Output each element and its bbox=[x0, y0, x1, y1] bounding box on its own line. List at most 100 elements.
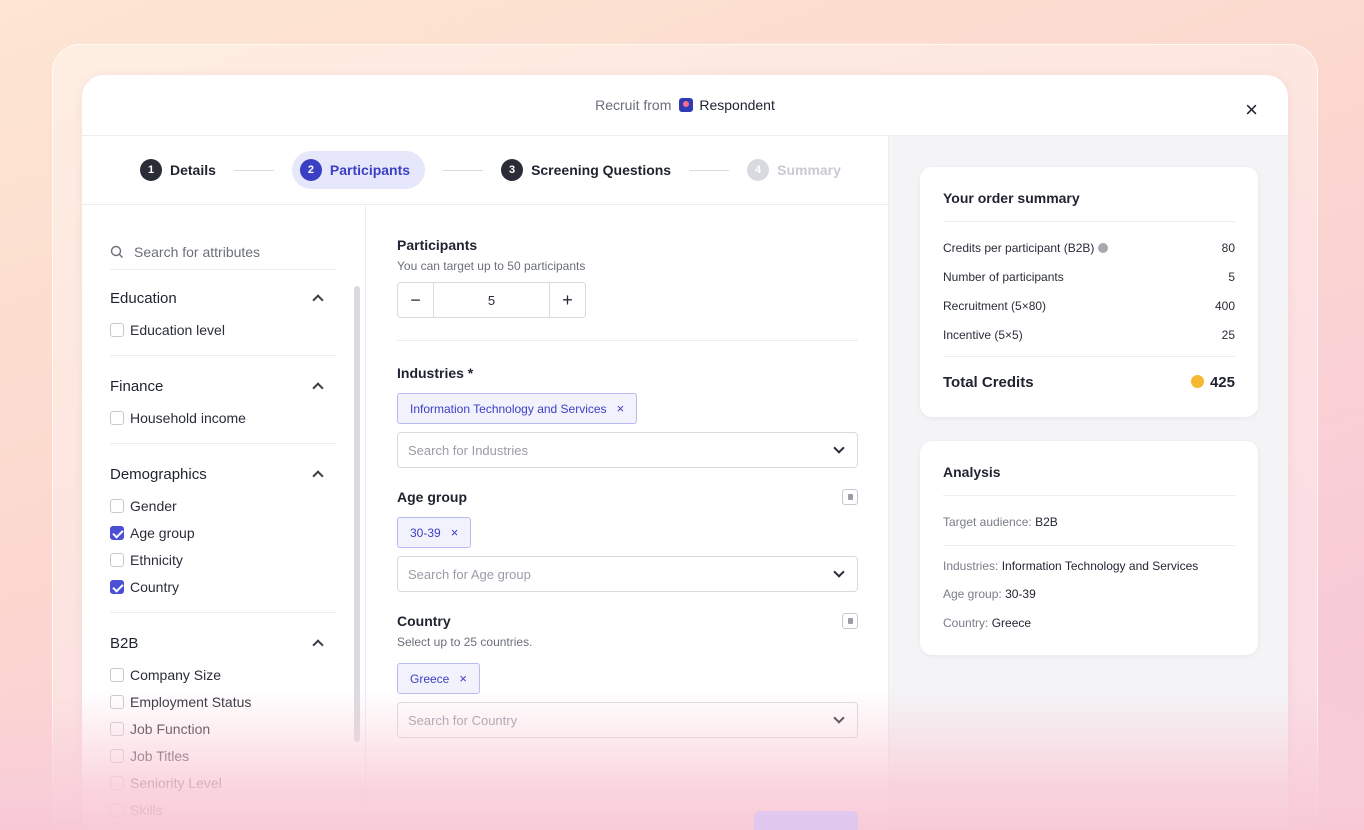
group-header[interactable]: Finance bbox=[110, 368, 336, 404]
analysis-label: Country: bbox=[943, 616, 989, 630]
step-label: Details bbox=[170, 162, 216, 178]
chip-label: Greece bbox=[410, 671, 450, 686]
step-participants[interactable]: 2 Participants bbox=[291, 151, 426, 189]
step-number: 2 bbox=[299, 159, 322, 181]
chevron-down-icon bbox=[833, 566, 845, 578]
checkbox[interactable] bbox=[110, 552, 124, 567]
country-title: Country bbox=[397, 613, 451, 629]
attribute-option[interactable]: Country bbox=[110, 573, 336, 600]
trash-icon[interactable] bbox=[842, 613, 858, 629]
group-finance: Finance Household income bbox=[110, 368, 336, 444]
analysis-target: Target audience: B2B bbox=[943, 515, 1058, 529]
industries-select[interactable]: Search for Industries bbox=[397, 432, 858, 468]
summary-row: Recruitment (5×80) 400 bbox=[943, 299, 1235, 313]
country-chip: Greece × bbox=[397, 663, 480, 694]
country-section: Country Select up to 25 countries. Greec… bbox=[397, 613, 858, 738]
attribute-option[interactable]: Job Titles bbox=[110, 742, 336, 769]
age-group-select[interactable]: Search for Age group bbox=[397, 556, 858, 592]
group-b2b: B2B Company Size Employment Status Job F… bbox=[110, 625, 336, 830]
industries-title: Industries * bbox=[397, 365, 474, 381]
checkbox[interactable] bbox=[110, 667, 124, 682]
attribute-option[interactable]: Age group bbox=[110, 519, 336, 546]
attribute-option[interactable]: Company Size bbox=[110, 661, 336, 688]
attribute-option[interactable]: Seniority Level bbox=[110, 769, 336, 796]
checkbox[interactable] bbox=[110, 748, 124, 763]
summary-value: 25 bbox=[1221, 328, 1235, 342]
attribute-sidebar: Search for attributes Education Educatio… bbox=[82, 206, 366, 830]
stepper: 1 Details 2 Participants 3 Screening Que… bbox=[82, 136, 888, 205]
respondent-logo-icon bbox=[679, 98, 694, 112]
summary-row: Incentive (5×5) 25 bbox=[943, 328, 1235, 342]
checkbox[interactable] bbox=[110, 498, 124, 513]
attribute-label: Skills bbox=[130, 801, 163, 818]
chip-remove-icon[interactable]: × bbox=[459, 671, 467, 686]
attribute-label: Household income bbox=[130, 409, 246, 426]
search-icon bbox=[110, 245, 123, 258]
chevron-up-icon[interactable] bbox=[312, 470, 324, 482]
chevron-up-icon[interactable] bbox=[312, 382, 324, 394]
attribute-option[interactable]: Education level bbox=[110, 316, 336, 343]
checkbox[interactable] bbox=[110, 322, 124, 337]
checkbox-checked[interactable] bbox=[110, 579, 124, 594]
step-label: Participants bbox=[329, 162, 411, 178]
group-header[interactable]: Demographics bbox=[110, 456, 336, 492]
country-select[interactable]: Search for Country bbox=[397, 702, 858, 738]
checkbox[interactable] bbox=[110, 694, 124, 709]
step-connector bbox=[443, 169, 484, 171]
attribute-search-placeholder: Search for attributes bbox=[134, 243, 261, 260]
analysis-country: Country: Greece bbox=[943, 616, 1031, 630]
chevron-up-icon[interactable] bbox=[312, 294, 324, 306]
summary-label: Credits per participant (B2B) bbox=[943, 241, 1095, 255]
chip-remove-icon[interactable]: × bbox=[451, 525, 459, 540]
modal-header: Recruit from Respondent × bbox=[82, 75, 1288, 136]
checkbox[interactable] bbox=[110, 802, 124, 817]
step-screening-questions[interactable]: 3 Screening Questions bbox=[501, 159, 671, 181]
group-header[interactable]: B2B bbox=[110, 625, 336, 661]
step-details[interactable]: 1 Details bbox=[140, 159, 216, 181]
step-summary[interactable]: 4 Summary bbox=[747, 159, 841, 181]
attribute-list: Education Education level Finance Househ… bbox=[110, 276, 336, 830]
attribute-option[interactable]: Ethnicity bbox=[110, 546, 336, 573]
summary-label: Recruitment (5×80) bbox=[943, 299, 1047, 313]
step-label: Screening Questions bbox=[531, 162, 672, 178]
group-title: Education bbox=[110, 289, 177, 307]
step-number: 3 bbox=[501, 159, 524, 181]
group-title: Finance bbox=[110, 377, 164, 395]
attribute-label: Job Function bbox=[130, 720, 211, 737]
checkbox[interactable] bbox=[110, 775, 124, 790]
attribute-option[interactable]: Job Function bbox=[110, 715, 336, 742]
divider bbox=[397, 340, 858, 341]
close-button[interactable]: × bbox=[1245, 99, 1258, 121]
trash-icon[interactable] bbox=[842, 489, 858, 505]
participants-count[interactable]: 5 bbox=[433, 283, 550, 317]
checkbox[interactable] bbox=[110, 721, 124, 736]
group-title: B2B bbox=[110, 634, 139, 652]
group-header[interactable]: Education bbox=[110, 280, 336, 316]
industries-section: Industries * Information Technology and … bbox=[397, 365, 858, 468]
analysis-age-group: Age group: 30-39 bbox=[943, 587, 1036, 601]
step-number: 1 bbox=[140, 159, 162, 181]
analysis-label: Target audience: bbox=[943, 515, 1032, 529]
step-number: 4 bbox=[747, 159, 770, 181]
increment-button[interactable]: + bbox=[550, 283, 585, 317]
info-icon[interactable] bbox=[1098, 243, 1109, 253]
attribute-label: Employment Status bbox=[130, 693, 252, 710]
attribute-option[interactable]: Employment Status bbox=[110, 688, 336, 715]
chip-remove-icon[interactable]: × bbox=[617, 401, 625, 416]
attribute-option[interactable]: Gender bbox=[110, 492, 336, 519]
checkbox[interactable] bbox=[110, 410, 124, 425]
divider bbox=[943, 495, 1235, 496]
attribute-option[interactable]: Skills bbox=[110, 796, 336, 823]
next-button[interactable] bbox=[754, 811, 858, 830]
sidebar-scrollbar[interactable] bbox=[354, 286, 360, 742]
chevron-up-icon[interactable] bbox=[312, 639, 324, 651]
attribute-label: Education level bbox=[130, 321, 225, 338]
attribute-option[interactable]: Household income bbox=[110, 404, 336, 431]
checkbox-checked[interactable] bbox=[110, 525, 124, 540]
attribute-label: Job Titles bbox=[130, 747, 190, 764]
step-label: Summary bbox=[777, 162, 841, 178]
divider bbox=[943, 545, 1235, 546]
attribute-search[interactable]: Search for attributes bbox=[110, 234, 336, 270]
decrement-button[interactable]: − bbox=[398, 283, 433, 317]
attribute-label: Age group bbox=[130, 524, 195, 541]
